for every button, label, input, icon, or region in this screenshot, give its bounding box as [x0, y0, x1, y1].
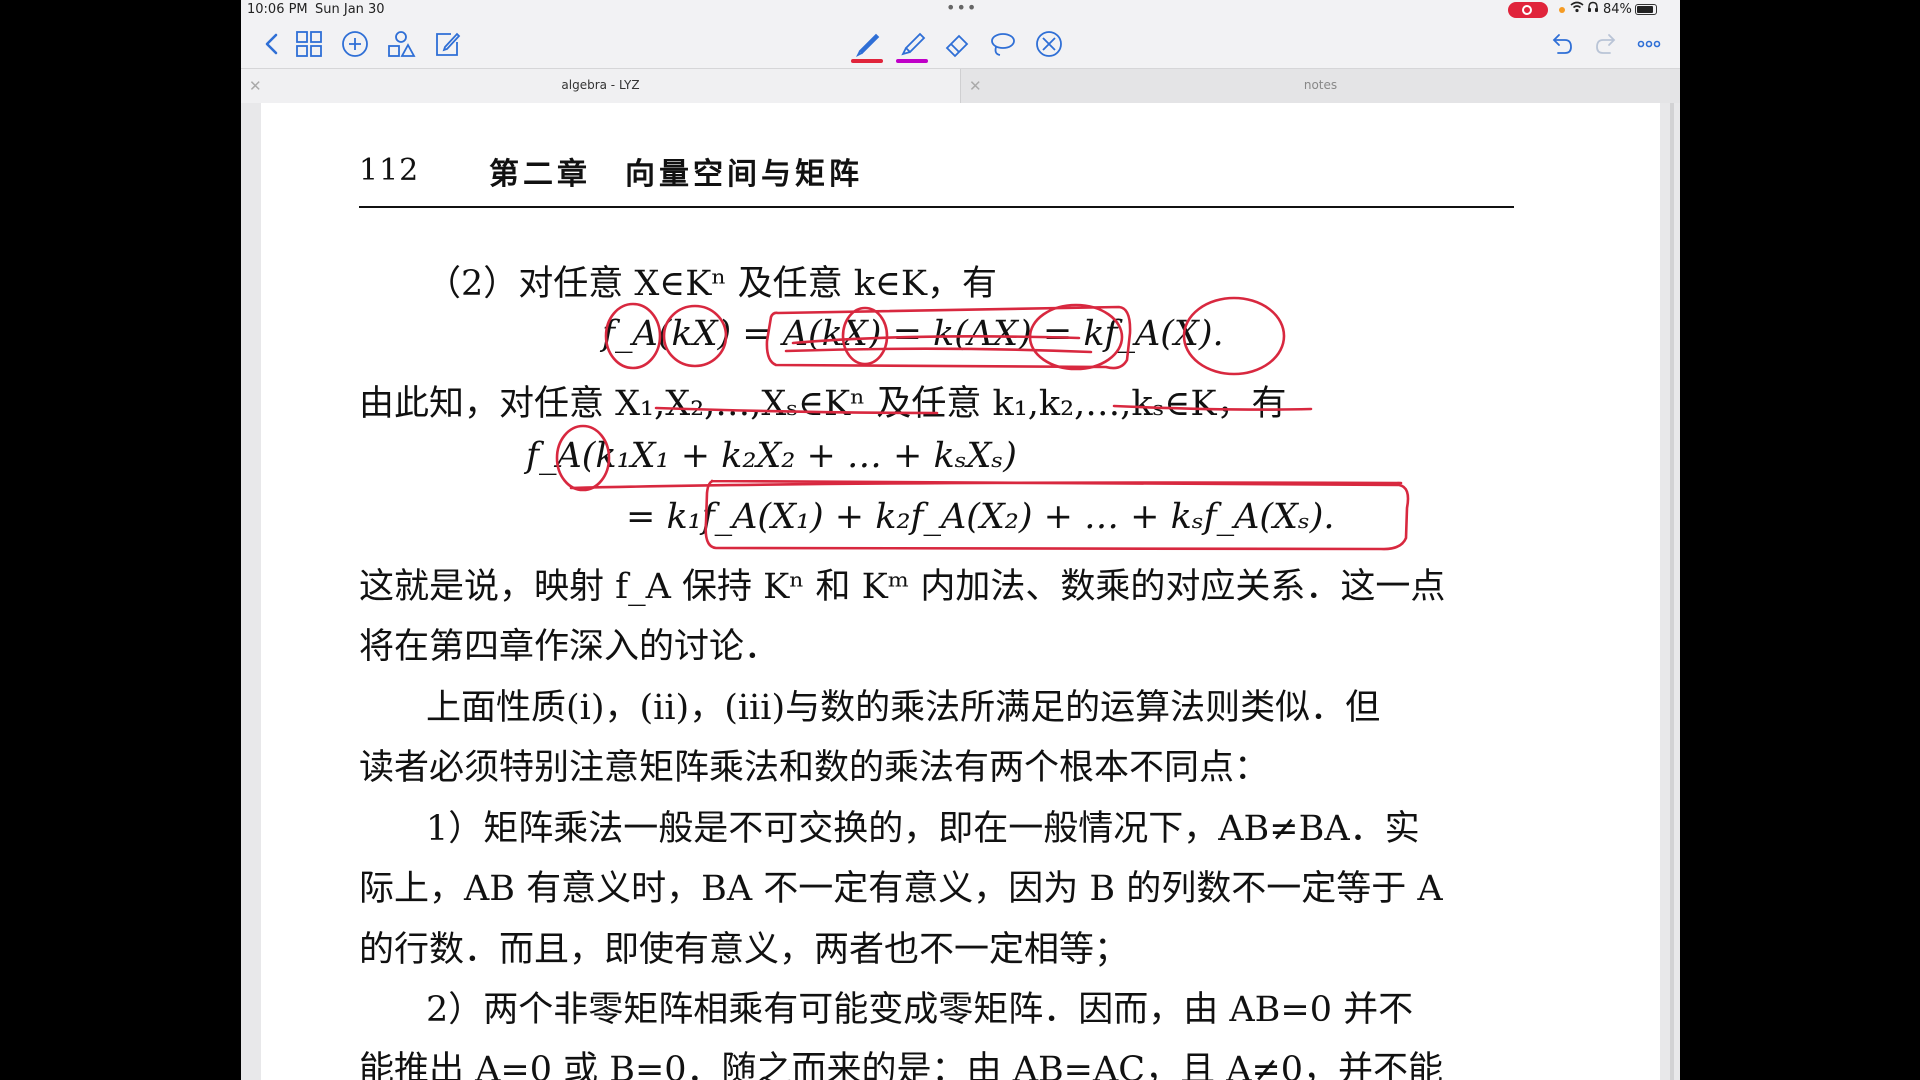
tab-title: algebra - LYZ	[561, 78, 640, 92]
header-rule	[359, 206, 1514, 208]
scrollbar[interactable]	[1670, 103, 1674, 1080]
redo-icon[interactable]	[1591, 28, 1623, 60]
eraser-icon[interactable]	[941, 28, 973, 60]
shapes-icon[interactable]	[385, 28, 417, 60]
text-line: 2）两个非零矩阵相乘有可能变成零矩阵．因而，由 AB=0 并不	[426, 990, 1414, 1030]
more-icon[interactable]	[1633, 28, 1665, 60]
text-line: 由此知，对任意 X₁,X₂,…,Xₛ∈Kⁿ 及任意 k₁,k₂,…,kₛ∈K，有	[359, 384, 1287, 424]
ipad-screen: 10:06 PM Sun Jan 30 ••• 84% ✕ algebra - …	[241, 0, 1680, 1080]
text-line: 能推出 A=0 或 B=0．随之而来的是：由 AB=AC，且 A≠0，并不能	[359, 1050, 1444, 1080]
close-circle-icon[interactable]	[1033, 28, 1065, 60]
status-time: 10:06 PM	[247, 2, 308, 17]
tab-notes[interactable]: ✕ notes	[961, 69, 1680, 103]
document-page[interactable]: 112 第二章 向量空间与矩阵 （2）对任意 X∈Kⁿ 及任意 k∈K，有 f_…	[261, 103, 1674, 1080]
equation-line: f_A(kX) = A(kX) = k(AX) = kf_A(X).	[602, 314, 1224, 354]
mic-indicator-icon	[1559, 7, 1565, 13]
status-date: Sun Jan 30	[315, 2, 385, 17]
chapter-title: 第二章 向量空间与矩阵	[489, 157, 863, 192]
text-line: （2）对任意 X∈Kⁿ 及任意 k∈K，有	[426, 264, 998, 304]
edit-icon[interactable]	[431, 28, 463, 60]
document-tabs: ✕ algebra - LYZ ✕ notes	[241, 68, 1680, 104]
pen-color-bar	[851, 59, 883, 63]
screen-recording-indicator[interactable]	[1508, 2, 1548, 18]
highlighter-icon[interactable]	[896, 28, 928, 60]
text-line: 将在第四章作深入的讨论．	[359, 627, 780, 667]
status-bar: 10:06 PM Sun Jan 30 ••• 84%	[241, 0, 1680, 20]
multitask-dots[interactable]: •••	[946, 0, 977, 17]
lasso-icon[interactable]	[986, 28, 1018, 60]
grid-icon[interactable]	[293, 28, 325, 60]
headphones-icon	[1587, 1, 1599, 16]
wifi-icon	[1570, 1, 1584, 17]
equation-line: = k₁f_A(X₁) + k₂f_A(X₂) + … + kₛf_A(Xₛ).	[626, 497, 1335, 537]
battery-percent: 84%	[1603, 2, 1632, 17]
text-line: 际上，AB 有意义时，BA 不一定有意义，因为 B 的列数不一定等于 A	[359, 869, 1443, 909]
add-icon[interactable]	[339, 28, 371, 60]
battery-icon	[1635, 4, 1657, 15]
text-line: 的行数．而且，即使有意义，两者也不一定相等；	[359, 930, 1130, 970]
toolbar	[241, 20, 1680, 68]
equation-line: f_A(k₁X₁ + k₂X₂ + … + kₛXₛ)	[526, 436, 1017, 476]
tab-title: notes	[1303, 78, 1338, 92]
pen-icon[interactable]	[851, 28, 883, 60]
text-line: 这就是说，映射 f_A 保持 Kⁿ 和 Kᵐ 内加法、数乘的对应关系．这一点	[359, 567, 1446, 607]
back-icon[interactable]	[256, 28, 288, 60]
highlighter-color-bar	[896, 59, 928, 63]
text-line: 上面性质(i)，(ii)，(iii)与数的乘法所满足的运算法则类似．但	[426, 688, 1381, 728]
text-line: 读者必须特别注意矩阵乘法和数的乘法有两个根本不同点：	[359, 748, 1270, 788]
tab-algebra[interactable]: ✕ algebra - LYZ	[241, 69, 960, 103]
text-line: 1）矩阵乘法一般是不可交换的，即在一般情况下，AB≠BA．实	[426, 809, 1420, 849]
page-number: 112	[359, 153, 420, 188]
undo-icon[interactable]	[1545, 28, 1577, 60]
